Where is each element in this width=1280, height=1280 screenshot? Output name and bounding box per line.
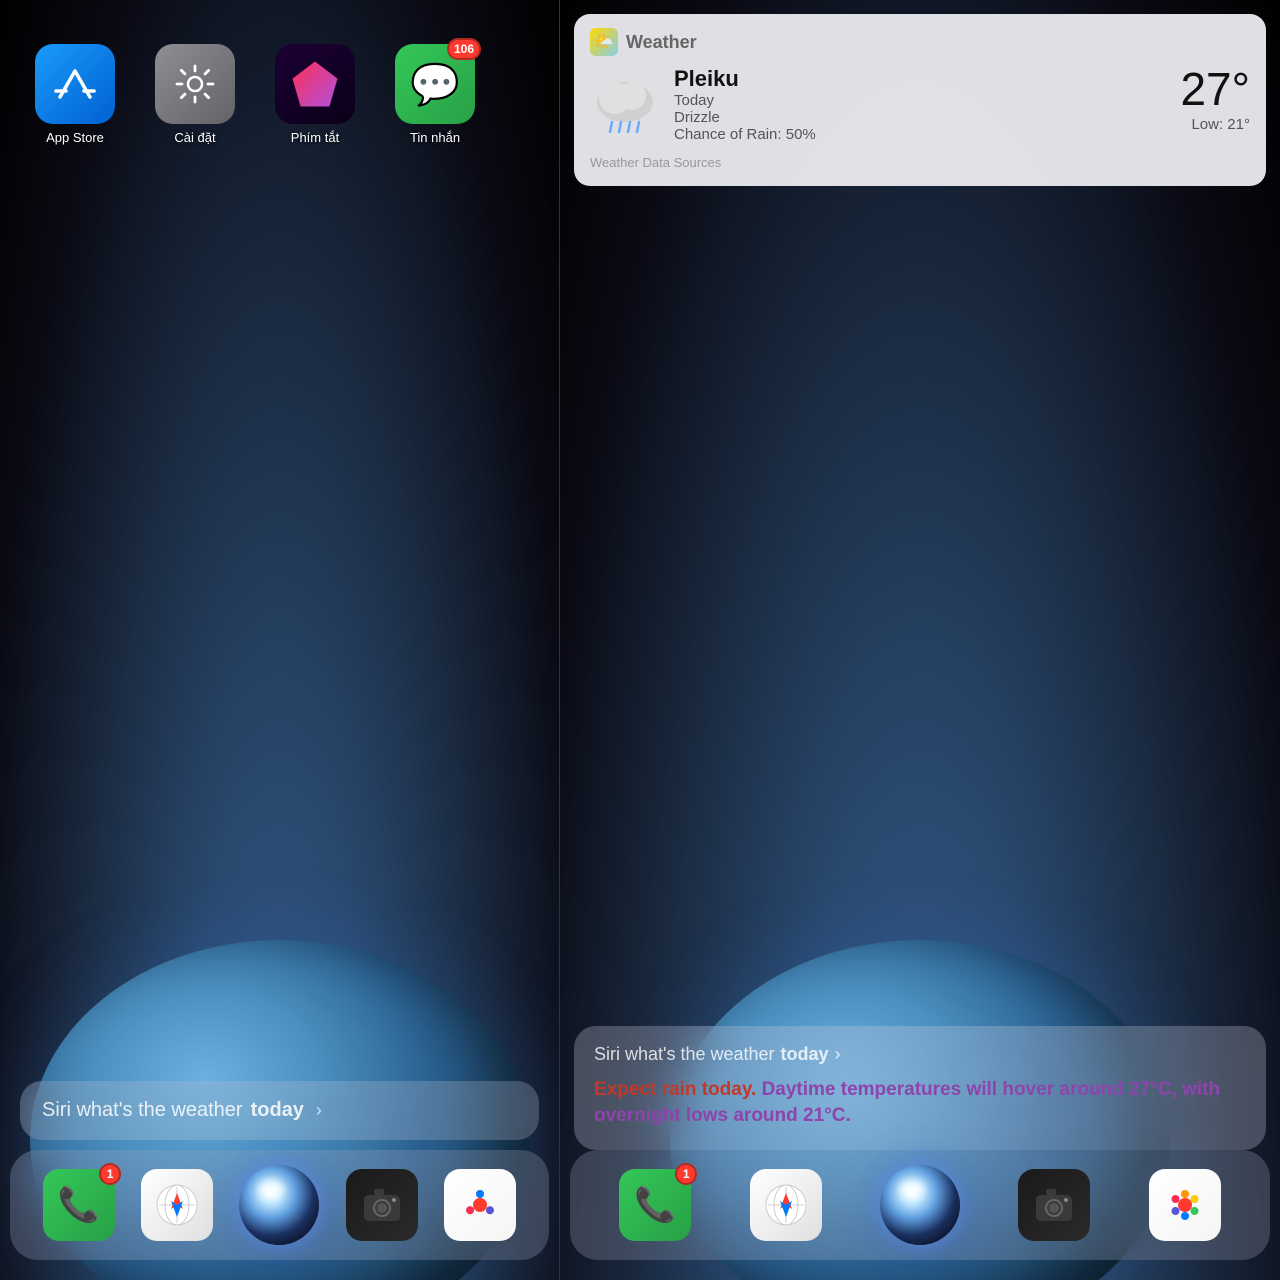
app-grid: App Store Cài đặt (20, 44, 490, 145)
weather-temp-low: Low: 21° (1180, 116, 1250, 133)
weather-sources-link[interactable]: Weather Data Sources (590, 155, 721, 170)
weather-cloud-icon (590, 70, 660, 144)
siri-query-today-left: today (251, 1099, 304, 1122)
dock-siri-left[interactable] (239, 1165, 319, 1245)
weather-condition: Drizzle (674, 109, 1166, 126)
weather-temp-main: 27° (1180, 66, 1250, 112)
dock-camera-right[interactable] (1018, 1169, 1090, 1241)
weather-card[interactable]: 🌤️ Weather Pleiku Today Drizzle (574, 14, 1266, 186)
weather-sources[interactable]: Weather Data Sources (590, 154, 1250, 172)
settings-icon (155, 44, 235, 124)
dock-camera-left[interactable] (346, 1169, 418, 1241)
dock-phone-badge-right: 1 (675, 1163, 697, 1185)
messages-item[interactable]: 💬 106 Tin nhắn (380, 44, 490, 145)
siri-query-today-right: today (781, 1044, 829, 1065)
weather-card-header: 🌤️ Weather (590, 28, 1250, 56)
dock-phone-badge-left: 1 (99, 1163, 121, 1185)
shortcuts-label: Phím tắt (291, 130, 339, 145)
siri-query-bar-left[interactable]: Siri what's the weather today › (20, 1081, 539, 1140)
weather-app-icon: 🌤️ (590, 28, 618, 56)
siri-response-text: Expect rain today. Daytime temperatures … (594, 1077, 1246, 1130)
dock-left: 📞 1 (10, 1150, 549, 1260)
dock-safari-right[interactable] (750, 1169, 822, 1241)
dock-phone-left[interactable]: 📞 1 (43, 1169, 115, 1241)
messages-badge: 106 (447, 38, 481, 60)
app-store-label: App Store (46, 130, 104, 145)
settings-label: Cài đặt (174, 130, 215, 145)
dock-siri-right[interactable] (880, 1165, 960, 1245)
weather-temp-column: 27° Low: 21° (1180, 66, 1250, 133)
siri-query-prefix-left: Siri what's the weather (42, 1099, 243, 1122)
weather-title: Weather (626, 32, 697, 53)
right-panel: 🌤️ Weather Pleiku Today Drizzle (560, 0, 1280, 1280)
weather-rain: Chance of Rain: 50% (674, 126, 1166, 143)
siri-chevron-right: › (835, 1044, 841, 1065)
siri-query-line-right: Siri what's the weather today › (594, 1044, 1246, 1065)
shortcuts-icon (275, 44, 355, 124)
dock-right: 📞 1 (570, 1150, 1270, 1260)
shortcuts-item[interactable]: Phím tắt (260, 44, 370, 145)
siri-response-card[interactable]: Siri what's the weather today › Expect r… (574, 1026, 1266, 1150)
weather-body: Pleiku Today Drizzle Chance of Rain: 50%… (590, 66, 1250, 144)
dock-phone-right[interactable]: 📞 1 (619, 1169, 691, 1241)
left-panel: App Store Cài đặt (0, 0, 560, 1280)
weather-details: Pleiku Today Drizzle Chance of Rain: 50% (674, 66, 1166, 143)
messages-icon: 💬 106 (395, 44, 475, 124)
siri-query-prefix-right: Siri what's the weather (594, 1044, 775, 1065)
messages-label: Tin nhắn (410, 130, 460, 145)
app-store-item[interactable]: App Store (20, 44, 130, 145)
dock-photos-right[interactable] (1149, 1169, 1221, 1241)
weather-city: Pleiku (674, 66, 1166, 92)
settings-item[interactable]: Cài đặt (140, 44, 250, 145)
weather-day: Today (674, 92, 1166, 109)
dock-safari-left[interactable] (141, 1169, 213, 1241)
app-store-icon (35, 44, 115, 124)
siri-chevron-left: › (316, 1100, 322, 1121)
dock-photos-left[interactable] (444, 1169, 516, 1241)
